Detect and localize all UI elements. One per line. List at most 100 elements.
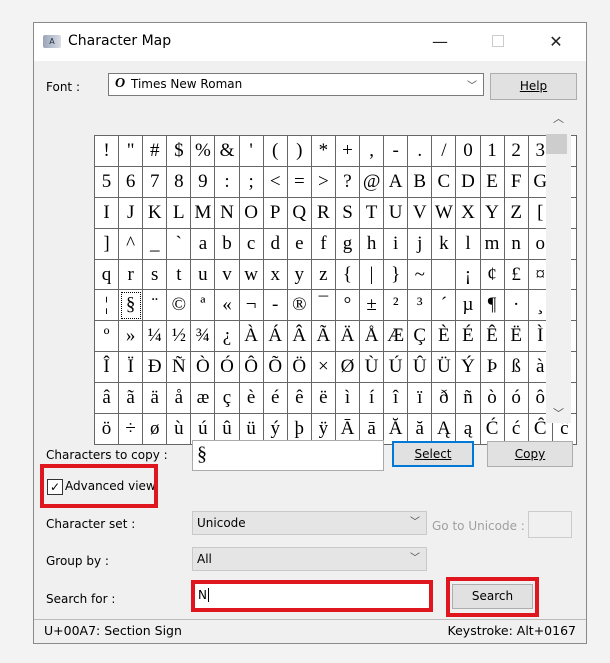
character-cell[interactable]: T: [360, 197, 385, 229]
character-cell[interactable]: Z: [504, 197, 529, 229]
character-cell[interactable]: >: [311, 166, 336, 198]
character-cell[interactable]: Å: [360, 321, 385, 353]
character-cell[interactable]: J: [119, 197, 144, 229]
character-cell[interactable]: Ð: [143, 352, 168, 384]
character-cell[interactable]: k: [432, 228, 457, 260]
character-cell[interactable]: é: [263, 383, 288, 415]
character-cell[interactable]: ¾: [191, 321, 216, 353]
character-cell[interactable]: F: [504, 166, 529, 198]
character-cell[interactable]: Q: [287, 197, 312, 229]
character-cell[interactable]: Þ: [480, 352, 505, 384]
character-cell[interactable]: u: [191, 259, 216, 291]
character-cell[interactable]: E: [480, 166, 505, 198]
character-cell[interactable]: O: [239, 197, 264, 229]
character-cell[interactable]: §: [119, 290, 144, 322]
character-cell[interactable]: 0: [456, 136, 481, 167]
character-cell[interactable]: ,: [360, 136, 385, 167]
character-cell[interactable]: ¨: [143, 290, 168, 322]
character-cell[interactable]: 2: [504, 136, 529, 167]
character-cell[interactable]: .: [408, 136, 433, 167]
character-cell[interactable]: {: [335, 259, 361, 291]
copy-button[interactable]: Copy: [487, 441, 573, 467]
character-cell[interactable]: ': [239, 136, 264, 167]
character-cell[interactable]: :: [215, 166, 240, 198]
character-cell[interactable]: $: [167, 136, 192, 167]
character-cell[interactable]: x: [263, 259, 288, 291]
character-cell[interactable]: Û: [408, 352, 433, 384]
character-cell[interactable]: e: [287, 228, 312, 260]
character-cell[interactable]: Õ: [263, 352, 288, 384]
character-cell[interactable]: %: [191, 136, 216, 167]
character-cell[interactable]: µ: [456, 290, 481, 322]
character-cell[interactable]: ó: [504, 383, 529, 415]
character-cell[interactable]: W: [432, 197, 457, 229]
character-cell[interactable]: m: [480, 228, 505, 260]
character-cell[interactable]: [432, 259, 457, 291]
character-cell[interactable]: h: [360, 228, 385, 260]
character-cell[interactable]: ): [287, 136, 312, 167]
character-cell[interactable]: «: [215, 290, 240, 322]
character-cell[interactable]: j: [408, 228, 433, 260]
character-cell[interactable]: æ: [191, 383, 216, 415]
character-cell[interactable]: w: [239, 259, 264, 291]
character-cell[interactable]: I: [95, 197, 120, 229]
close-button[interactable]: ✕: [536, 29, 576, 55]
character-cell[interactable]: d: [263, 228, 288, 260]
character-cell[interactable]: ë: [311, 383, 336, 415]
character-cell[interactable]: (: [263, 136, 288, 167]
character-cell[interactable]: B: [408, 166, 433, 198]
character-cell[interactable]: ×: [311, 352, 336, 384]
character-cell[interactable]: *: [311, 136, 336, 167]
character-cell[interactable]: ÷: [119, 414, 144, 445]
character-cell[interactable]: Î: [95, 352, 120, 384]
character-cell[interactable]: £: [504, 259, 529, 291]
character-cell[interactable]: ·: [504, 290, 529, 322]
character-cell[interactable]: ?: [335, 166, 361, 198]
character-cell[interactable]: í: [360, 383, 385, 415]
character-cell[interactable]: ´: [432, 290, 457, 322]
character-cell[interactable]: ª: [191, 290, 216, 322]
character-cell[interactable]: /: [432, 136, 457, 167]
character-cell[interactable]: ò: [480, 383, 505, 415]
character-set-dropdown[interactable]: Unicode ﹀: [192, 511, 427, 535]
character-cell[interactable]: º: [95, 321, 120, 353]
character-cell[interactable]: ]: [95, 228, 120, 260]
character-cell[interactable]: ö: [95, 414, 120, 445]
character-cell[interactable]: `: [167, 228, 192, 260]
character-cell[interactable]: i: [384, 228, 409, 260]
character-cell[interactable]: ø: [143, 414, 168, 445]
character-cell[interactable]: ï: [408, 383, 433, 415]
scroll-down-icon[interactable]: ﹀: [553, 405, 564, 421]
character-cell[interactable]: ²: [384, 290, 409, 322]
character-cell[interactable]: !: [95, 136, 120, 167]
character-cell[interactable]: ½: [167, 321, 192, 353]
character-cell[interactable]: Ö: [287, 352, 312, 384]
character-cell[interactable]: î: [384, 383, 409, 415]
character-cell[interactable]: v: [215, 259, 240, 291]
character-cell[interactable]: 8: [167, 166, 192, 198]
character-cell[interactable]: V: [408, 197, 433, 229]
grid-scrollbar[interactable]: ︿ ﹀: [546, 108, 571, 423]
character-cell[interactable]: Ü: [432, 352, 457, 384]
character-cell[interactable]: a: [191, 228, 216, 260]
character-cell[interactable]: ç: [215, 383, 240, 415]
character-cell[interactable]: ": [119, 136, 144, 167]
character-cell[interactable]: P: [263, 197, 288, 229]
character-cell[interactable]: Ù: [360, 352, 385, 384]
character-grid[interactable]: !"#$%&'()*+,-./0123456789:;<=>?@ABCDEFGH…: [94, 135, 577, 445]
character-cell[interactable]: &: [215, 136, 240, 167]
character-cell[interactable]: 9: [191, 166, 216, 198]
character-cell[interactable]: X: [456, 197, 481, 229]
character-cell[interactable]: Ä: [335, 321, 361, 353]
character-cell[interactable]: -: [384, 136, 409, 167]
character-cell[interactable]: Ø: [335, 352, 361, 384]
character-cell[interactable]: _: [143, 228, 168, 260]
character-cell[interactable]: =: [287, 166, 312, 198]
character-cell[interactable]: 6: [119, 166, 144, 198]
character-cell[interactable]: #: [143, 136, 168, 167]
character-cell[interactable]: M: [191, 197, 216, 229]
character-cell[interactable]: Y: [480, 197, 505, 229]
character-cell[interactable]: ¬: [239, 290, 264, 322]
character-cell[interactable]: Ç: [408, 321, 433, 353]
character-cell[interactable]: 7: [143, 166, 168, 198]
